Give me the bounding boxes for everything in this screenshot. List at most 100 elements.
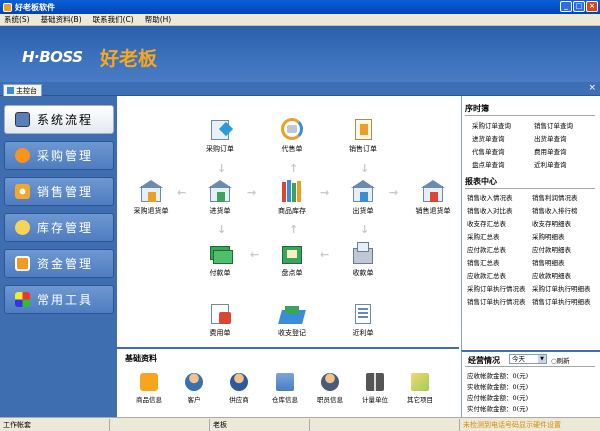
purchase-order-icon — [207, 118, 234, 142]
nav-purchase[interactable]: 采购管理 — [4, 141, 114, 170]
link-report[interactable]: 采购汇总表 — [467, 231, 500, 241]
link-purchase-order-query[interactable]: 采购订单查询 — [472, 120, 511, 130]
funds-icon — [15, 256, 30, 271]
basic-other[interactable]: 其它项目 — [400, 373, 440, 404]
arrow-left: ← — [250, 248, 260, 261]
link-stock-in-query[interactable]: 进货单查询 — [472, 133, 505, 143]
product-box-icon — [140, 373, 158, 391]
basic-supplier[interactable]: 供应商 — [219, 373, 259, 404]
close-icon[interactable]: × — [586, 1, 598, 12]
shortcuts-title: 序时簿 — [465, 104, 489, 113]
link-report[interactable]: 销售收入排行榜 — [532, 205, 578, 215]
link-sales-order-query[interactable]: 销售订单查询 — [534, 120, 573, 130]
divider — [465, 188, 595, 189]
nav-label: 库存管理 — [37, 221, 94, 235]
flow-stocktake[interactable]: 盘点单 — [260, 242, 324, 278]
arrow-up: ↑ — [289, 223, 299, 236]
nav-sales[interactable]: 销售管理 — [4, 177, 114, 206]
nav-label: 资金管理 — [37, 257, 94, 271]
period-value: 今天 — [512, 355, 525, 363]
refresh-label: 刷新 — [556, 357, 570, 365]
link-stocktake-query[interactable]: 盘点单查询 — [472, 159, 505, 169]
arrow-left: ← — [320, 248, 330, 261]
link-report[interactable]: 销售明细表 — [532, 257, 565, 267]
minimize-icon[interactable]: _ — [560, 1, 572, 12]
link-stock-out-query[interactable]: 出货单查询 — [534, 133, 567, 143]
link-report[interactable]: 采购订单执行明细表 — [532, 283, 591, 293]
link-report[interactable]: 收支存明细表 — [532, 218, 571, 228]
flow-income-expense[interactable]: 收支登记 — [260, 302, 324, 338]
basic-customer[interactable]: 客户 — [174, 373, 214, 404]
status-account: 工作帐套 — [0, 418, 110, 431]
link-report[interactable]: 应付款明细表 — [532, 244, 571, 254]
window-controls: _ □ × — [560, 1, 598, 12]
flow-inventory[interactable]: 商品库存 — [260, 180, 324, 216]
brand-logo-en: H·BOSS — [22, 48, 83, 66]
link-report[interactable]: 采购订单执行情况表 — [467, 283, 526, 293]
link-report[interactable]: 应付款汇总表 — [467, 244, 506, 254]
link-report[interactable]: 销售订单执行明细表 — [532, 296, 591, 306]
node-label: 出货单 — [352, 207, 374, 215]
maximize-icon[interactable]: □ — [573, 1, 585, 12]
flow-near-profit[interactable]: 近利单 — [331, 302, 395, 338]
node-label: 付款单 — [209, 269, 231, 277]
menu-system[interactable]: 系统(S) — [4, 14, 30, 25]
flow-payment[interactable]: 付款单 — [188, 242, 252, 278]
basic-label: 其它项目 — [407, 396, 433, 404]
nav-system-flow[interactable]: 系统流程 — [4, 105, 114, 134]
flow-stock-out[interactable]: 出货单 — [331, 180, 395, 216]
consignment-icon — [279, 118, 305, 142]
link-report[interactable]: 采购明细表 — [532, 231, 565, 241]
link-expense-query[interactable]: 费用单查询 — [534, 146, 567, 156]
status-blank — [310, 418, 460, 431]
node-label: 盘点单 — [281, 269, 303, 277]
nav-inventory[interactable]: 库存管理 — [4, 213, 114, 242]
arrow-right: → — [320, 186, 330, 199]
tab-main-console[interactable]: 主控台 — [3, 84, 42, 96]
link-report[interactable]: 应收款汇总表 — [467, 270, 506, 280]
node-label: 商品库存 — [278, 207, 306, 215]
income-expense-icon — [278, 302, 306, 326]
flow-sales-return[interactable]: 销售退货单 — [401, 180, 465, 216]
flow-purchase-order[interactable]: 采购订单 — [188, 118, 252, 154]
refresh-button[interactable]: ○刷新 — [551, 355, 570, 365]
status-user: 老板 — [210, 418, 310, 431]
link-near-profit-query[interactable]: 近利单查询 — [534, 159, 567, 169]
close-tab-icon[interactable]: × — [588, 83, 596, 93]
link-report[interactable]: 销售利润情况表 — [532, 192, 578, 202]
basic-staff[interactable]: 职员信息 — [310, 373, 350, 404]
basic-data-title: 基础资料 — [125, 354, 157, 363]
basic-warehouse[interactable]: 仓库信息 — [265, 373, 305, 404]
basic-label: 供应商 — [229, 396, 249, 404]
basic-unit[interactable]: 计量单位 — [355, 373, 395, 404]
flow-sales-order[interactable]: 销售订单 — [331, 118, 395, 154]
link-report[interactable]: 应收款明细表 — [532, 270, 571, 280]
arrow-left: ← — [177, 186, 187, 199]
customer-icon — [185, 373, 203, 391]
link-report[interactable]: 销售收入情况表 — [467, 192, 513, 202]
link-consignment-query[interactable]: 代售单查询 — [472, 146, 505, 156]
flow-consignment[interactable]: 代售单 — [260, 118, 324, 154]
flow-expense[interactable]: 费用单 — [188, 302, 252, 338]
window-title: 好老板软件 — [15, 2, 55, 12]
link-report[interactable]: 收支存汇总表 — [467, 218, 506, 228]
link-report[interactable]: 销售汇总表 — [467, 257, 500, 267]
period-select[interactable]: 今天 ▼ — [509, 354, 547, 364]
flow-purchase-return[interactable]: 采购退货单 — [119, 180, 183, 216]
tab-bar: 主控台 × — [0, 82, 600, 96]
link-report[interactable]: 销售收入对比表 — [467, 205, 513, 215]
arrow-right: → — [389, 186, 399, 199]
flow-stock-in[interactable]: 进货单 — [188, 180, 252, 216]
basic-product-info[interactable]: 商品信息 — [129, 373, 169, 404]
menu-basic-data[interactable]: 基础资料(B) — [41, 14, 82, 25]
menu-help[interactable]: 帮助(H) — [145, 14, 172, 25]
nav-funds[interactable]: 资金管理 — [4, 249, 114, 278]
link-report[interactable]: 销售订单执行情况表 — [467, 296, 526, 306]
staff-icon — [321, 373, 339, 391]
menu-contact[interactable]: 联系我们(C) — [93, 14, 134, 25]
purchase-return-icon — [138, 180, 164, 204]
stocktake-icon — [279, 242, 305, 266]
other-items-icon — [411, 373, 429, 391]
flow-receipt[interactable]: 收款单 — [331, 242, 395, 278]
nav-tools[interactable]: 常用工具 — [4, 285, 114, 314]
